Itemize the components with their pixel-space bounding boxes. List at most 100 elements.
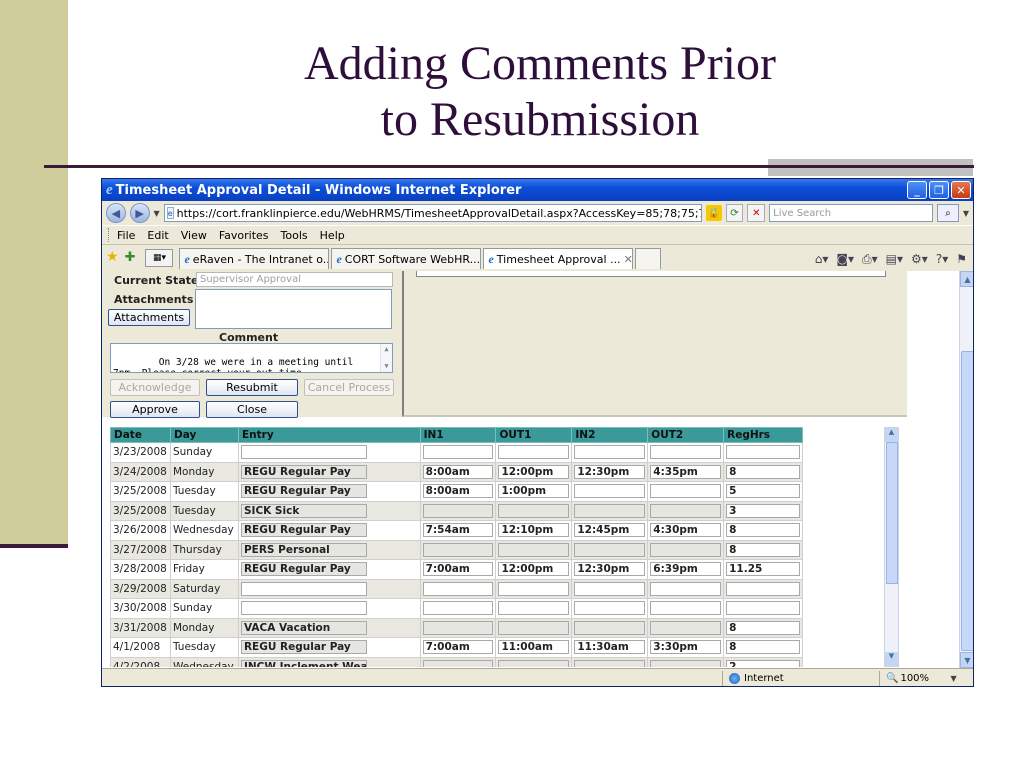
out1-input[interactable]: 12:00pm (498, 562, 570, 577)
page-scroll-up-icon[interactable]: ▲ (960, 271, 973, 287)
menu-edit[interactable]: Edit (147, 229, 168, 242)
out2-input[interactable] (650, 503, 722, 518)
in1-input[interactable] (422, 503, 494, 518)
research-icon[interactable]: ⚑ (956, 252, 967, 267)
restore-button[interactable]: ❐ (929, 181, 949, 199)
out2-input[interactable]: 4:35pm (650, 464, 722, 479)
menu-favorites[interactable]: Favorites (219, 229, 269, 242)
out2-input[interactable] (650, 659, 722, 667)
menu-file[interactable]: File (117, 229, 135, 242)
out2-input[interactable] (650, 620, 722, 635)
grid-scroll-down-icon[interactable]: ▼ (885, 652, 898, 666)
in2-input[interactable] (574, 484, 646, 499)
search-input[interactable]: Live Search (769, 204, 934, 222)
out2-input[interactable]: 4:30pm (650, 523, 722, 538)
out2-input[interactable] (650, 445, 722, 460)
home-icon[interactable]: ⌂▾ (815, 252, 829, 267)
close-window-button[interactable]: ✕ (951, 181, 971, 199)
in2-input[interactable] (574, 542, 646, 557)
entry-input[interactable]: REGU Regular Pay (240, 523, 367, 538)
in2-input[interactable] (574, 601, 646, 616)
grid-scrollbar[interactable]: ▲ ▼ (884, 427, 899, 667)
address-bar[interactable]: e https://cort.franklinpierce.edu/WebHRM… (163, 204, 702, 222)
in2-input[interactable] (574, 503, 646, 518)
attachments-list[interactable] (195, 289, 392, 329)
stop-button[interactable]: ✕ (747, 204, 766, 222)
refresh-button[interactable]: ⟳ (725, 204, 744, 222)
entry-input[interactable]: REGU Regular Pay (240, 640, 367, 655)
page-scroll-down-icon[interactable]: ▼ (960, 652, 973, 668)
print-icon[interactable]: ⎙▾ (862, 252, 878, 267)
lock-icon[interactable]: 🔒 (705, 205, 722, 221)
in2-input[interactable] (574, 445, 646, 460)
comment-scrollbar[interactable]: ▲ ▼ (380, 344, 392, 372)
feeds-icon[interactable]: ◙▾ (836, 252, 854, 267)
out1-input[interactable] (498, 659, 570, 667)
out1-input[interactable]: 1:00pm (498, 484, 570, 499)
out1-input[interactable] (498, 503, 570, 518)
out1-input[interactable] (498, 601, 570, 616)
page-menu-icon[interactable]: ▤▾ (886, 252, 903, 267)
grid-scroll-up-icon[interactable]: ▲ (885, 428, 898, 442)
reghrs-input[interactable]: 2 (726, 659, 800, 667)
in1-input[interactable]: 7:00am (422, 640, 494, 655)
back-button[interactable]: ◀ (106, 203, 126, 223)
forward-button[interactable]: ▶ (129, 203, 150, 223)
in1-input[interactable] (422, 601, 494, 616)
grid-scroll-thumb[interactable] (886, 442, 898, 584)
page-scrollbar[interactable]: ▲ ▼ (959, 271, 973, 668)
tab-close-icon[interactable]: ✕ (624, 253, 633, 266)
out1-input[interactable] (498, 620, 570, 635)
in1-input[interactable]: 8:00am (422, 484, 494, 499)
in1-input[interactable] (422, 542, 494, 557)
comment-textarea[interactable]: On 3/28 we were in a meeting until 7pm. … (110, 343, 393, 373)
in1-input[interactable] (422, 659, 494, 667)
entry-input[interactable]: VACA Vacation (240, 620, 367, 635)
in2-input[interactable]: 11:30am (574, 640, 646, 655)
attachments-button[interactable]: Attachments (108, 309, 190, 326)
entry-input[interactable]: REGU Regular Pay (240, 562, 367, 577)
reghrs-input[interactable]: 11.25 (726, 562, 800, 577)
minimize-button[interactable]: _ (907, 181, 927, 199)
tools-gear-icon[interactable]: ⚙▾ (911, 252, 928, 267)
favorites-star-icon[interactable]: ★ (106, 249, 119, 265)
tab-eraven[interactable]: e eRaven - The Intranet o... (179, 248, 330, 269)
out1-input[interactable] (498, 581, 570, 596)
in1-input[interactable] (422, 620, 494, 635)
quick-tabs-icon[interactable]: ▦▾ (145, 249, 174, 267)
in2-input[interactable]: 12:30pm (574, 464, 646, 479)
out2-input[interactable] (650, 581, 722, 596)
tab-timesheet-approval[interactable]: e Timesheet Approval ... ✕ (483, 248, 634, 269)
cancel-process-button[interactable]: Cancel Process (304, 379, 394, 396)
help-icon[interactable]: ?▾ (936, 252, 948, 267)
reghrs-input[interactable]: 8 (726, 640, 800, 655)
reghrs-input[interactable] (726, 445, 800, 460)
search-button[interactable]: ⌕ (937, 204, 959, 222)
in1-input[interactable]: 7:00am (422, 562, 494, 577)
reghrs-input[interactable]: 8 (726, 620, 800, 635)
out2-input[interactable] (650, 601, 722, 616)
entry-input[interactable]: REGU Regular Pay (240, 484, 367, 499)
out1-input[interactable] (498, 542, 570, 557)
menu-view[interactable]: View (181, 229, 207, 242)
reghrs-input[interactable]: 5 (726, 484, 800, 499)
resubmit-button[interactable]: Resubmit (206, 379, 298, 396)
out2-input[interactable] (650, 542, 722, 557)
entry-input[interactable]: INCW Inclement Weather (240, 659, 367, 667)
out1-input[interactable]: 12:00pm (498, 464, 570, 479)
tab-cort[interactable]: e CORT Software WebHR... (331, 248, 482, 269)
reghrs-input[interactable]: 3 (726, 503, 800, 518)
zoom-dropdown-icon[interactable]: ▼ (950, 674, 956, 683)
in1-input[interactable] (422, 581, 494, 596)
in1-input[interactable]: 8:00am (422, 464, 494, 479)
in2-input[interactable] (574, 659, 646, 667)
search-options-icon[interactable]: ▼ (963, 209, 969, 218)
out1-input[interactable] (498, 445, 570, 460)
menu-tools[interactable]: Tools (281, 229, 308, 242)
in2-input[interactable]: 12:30pm (574, 562, 646, 577)
page-scroll-thumb[interactable] (961, 351, 973, 651)
acknowledge-button[interactable]: Acknowledge (110, 379, 200, 396)
entry-input[interactable]: PERS Personal (240, 542, 367, 557)
out2-input[interactable]: 3:30pm (650, 640, 722, 655)
in1-input[interactable] (422, 445, 494, 460)
